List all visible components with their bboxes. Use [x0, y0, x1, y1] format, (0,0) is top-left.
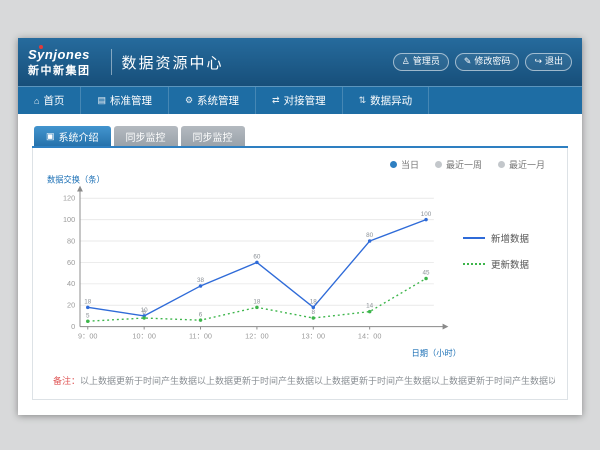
filter-label: 最近一周 — [446, 158, 482, 171]
svg-text:8: 8 — [312, 309, 316, 316]
svg-text:14: 14 — [366, 303, 374, 310]
svg-text:20: 20 — [67, 301, 75, 310]
series-legend: 新增数据 更新数据 — [463, 173, 555, 360]
svg-text:60: 60 — [67, 258, 75, 267]
footnote-text: 以上数据更新于时间产生数据以上数据更新于时间产生数据以上数据更新于时间产生数据以… — [80, 376, 555, 386]
svg-text:8: 8 — [142, 309, 146, 316]
nav-item-label: 标准管理 — [110, 93, 152, 108]
tab-label: 同步监控 — [126, 129, 166, 144]
filter-today[interactable]: 当日 — [390, 158, 419, 171]
nav-item-label: 对接管理 — [284, 93, 326, 108]
time-range-legend: 当日 最近一周 最近一月 — [45, 156, 555, 171]
svg-text:9：00: 9：00 — [78, 331, 97, 340]
dotted-line-sample-icon — [463, 263, 485, 265]
svg-text:100: 100 — [63, 215, 75, 224]
svg-text:14：00: 14：00 — [358, 331, 381, 340]
series-label: 更新数据 — [491, 257, 529, 271]
svg-text:日期（小时）: 日期（小时） — [412, 348, 462, 358]
app-header: Synjones 新中新集团 数据资源中心 ♙ 管理员 ✎ 修改密码 ↪ 退出 — [18, 38, 582, 86]
nav-item-system-mgmt[interactable]: ⚙ 系统管理 — [169, 87, 256, 114]
admin-user-label: 管理员 — [413, 56, 440, 68]
admin-user-button[interactable]: ♙ 管理员 — [393, 53, 449, 71]
series-label: 新增数据 — [491, 231, 529, 245]
filter-label: 最近一月 — [509, 158, 545, 171]
user-icon: ♙ — [402, 56, 410, 68]
nav-item-data-change[interactable]: ⇅ 数据异动 — [343, 87, 430, 114]
svg-text:80: 80 — [67, 236, 75, 245]
nav-item-home[interactable]: ⌂ 首页 — [18, 87, 81, 114]
nav-item-standard-mgmt[interactable]: ▤ 标准管理 — [81, 87, 169, 114]
svg-text:18: 18 — [253, 298, 261, 305]
svg-text:120: 120 — [63, 194, 75, 203]
desktop-background: Synjones 新中新集团 数据资源中心 ♙ 管理员 ✎ 修改密码 ↪ 退出 — [0, 0, 600, 450]
app-window: Synjones 新中新集团 数据资源中心 ♙ 管理员 ✎ 修改密码 ↪ 退出 — [18, 38, 582, 415]
filter-label: 当日 — [401, 158, 419, 171]
svg-text:18: 18 — [310, 298, 318, 305]
tab-icon: ▣ — [46, 131, 55, 142]
svg-text:45: 45 — [423, 270, 431, 277]
chart-area: 0 20 40 60 80 100 120 9：00 10：00 11：00 12：00 13：00 1… — [45, 173, 555, 360]
chart-canvas-wrap: 0 20 40 60 80 100 120 9：00 10：00 11：00 12：00 13：00 1… — [45, 173, 463, 360]
filter-last-week[interactable]: 最近一周 — [435, 158, 482, 171]
svg-text:6: 6 — [199, 311, 203, 318]
nav-item-label: 系统管理 — [197, 93, 239, 108]
svg-text:0: 0 — [71, 322, 75, 331]
tab-system-intro[interactable]: ▣ 系统介绍 — [34, 126, 111, 146]
tab-bar: ▣ 系统介绍 同步监控 同步监控 — [32, 126, 568, 148]
svg-text:10：00: 10：00 — [132, 331, 155, 340]
svg-text:38: 38 — [197, 277, 205, 284]
solid-line-sample-icon — [463, 237, 485, 239]
legend-item-new-data[interactable]: 新增数据 — [463, 231, 555, 245]
svg-text:60: 60 — [253, 254, 261, 261]
tab-label: 系统介绍 — [59, 129, 99, 144]
tab-label: 同步监控 — [193, 129, 233, 144]
filter-last-month[interactable]: 最近一月 — [498, 158, 545, 171]
last-week-dot-icon — [435, 161, 442, 168]
nav-item-interface-mgmt[interactable]: ⇄ 对接管理 — [256, 87, 343, 114]
main-navbar: ⌂ 首页 ▤ 标准管理 ⚙ 系统管理 ⇄ 对接管理 ⇅ 数据异动 — [18, 86, 582, 114]
svg-text:12：00: 12：00 — [245, 331, 268, 340]
svg-text:80: 80 — [366, 232, 374, 239]
svg-text:18: 18 — [84, 298, 92, 305]
gear-icon: ⚙ — [185, 95, 193, 106]
password-icon: ✎ — [464, 56, 472, 68]
data-change-icon: ⇅ — [359, 95, 367, 106]
svg-text:11：00: 11：00 — [189, 331, 212, 340]
page-title: 数据资源中心 — [122, 52, 224, 73]
header-divider — [111, 49, 112, 75]
line-chart: 0 20 40 60 80 100 120 9：00 10：00 11：00 12：00 13：00 1… — [45, 173, 463, 360]
nav-item-label: 首页 — [43, 93, 64, 108]
logo-text: Synjones — [28, 48, 90, 61]
svg-text:数据交换（条）: 数据交换（条） — [47, 175, 105, 185]
last-month-dot-icon — [498, 161, 505, 168]
connect-icon: ⇄ — [272, 95, 280, 106]
brand-logo: Synjones 新中新集团 — [28, 47, 91, 77]
chart-panel: 当日 最近一周 最近一月 0 20 40 60 80 100 120 9：00 10：00 11：… — [32, 148, 568, 400]
svg-text:5: 5 — [86, 312, 90, 319]
svg-text:40: 40 — [67, 279, 75, 288]
header-actions: ♙ 管理员 ✎ 修改密码 ↪ 退出 — [393, 53, 572, 71]
legend-item-updated-data[interactable]: 更新数据 — [463, 257, 555, 271]
standard-icon: ▤ — [97, 95, 106, 106]
footnote: 备注：以上数据更新于时间产生数据以上数据更新于时间产生数据以上数据更新于时间产生… — [45, 374, 555, 389]
svg-text:13：00: 13：00 — [302, 331, 325, 340]
logout-label: 退出 — [545, 56, 563, 68]
change-password-button[interactable]: ✎ 修改密码 — [455, 53, 520, 71]
nav-item-label: 数据异动 — [370, 93, 412, 108]
logo-red-dot-icon — [39, 45, 43, 49]
tab-sync-monitor-2[interactable]: 同步监控 — [181, 126, 245, 146]
footnote-label: 备注： — [53, 376, 80, 386]
svg-text:100: 100 — [421, 211, 432, 218]
logout-icon: ↪ — [534, 56, 542, 68]
logout-button[interactable]: ↪ 退出 — [525, 53, 572, 71]
tab-sync-monitor-1[interactable]: 同步监控 — [114, 126, 178, 146]
change-password-label: 修改密码 — [474, 56, 510, 68]
today-dot-icon — [390, 161, 397, 168]
content-area: ▣ 系统介绍 同步监控 同步监控 当日 — [18, 114, 582, 400]
logo-subtitle: 新中新集团 — [28, 66, 91, 77]
home-icon: ⌂ — [34, 96, 39, 106]
